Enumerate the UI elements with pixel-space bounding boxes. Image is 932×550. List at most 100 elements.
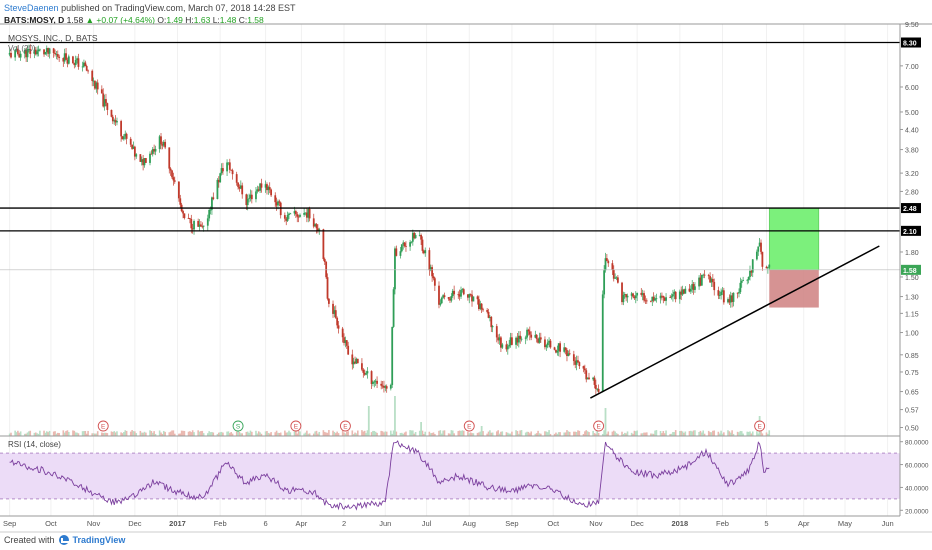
volume-bar — [72, 430, 74, 436]
candle-body — [193, 221, 195, 230]
volume-bar — [573, 431, 575, 436]
volume-bar — [588, 432, 590, 436]
candle-body — [154, 148, 157, 152]
candle-body — [125, 133, 128, 139]
candle-body — [607, 261, 610, 264]
candle-body — [564, 347, 567, 351]
created-with-text: Created with — [4, 535, 55, 545]
volume-bar — [112, 431, 114, 436]
x-tick-label: Nov — [87, 519, 101, 528]
volume-bar — [611, 431, 614, 436]
volume-bar — [451, 430, 454, 436]
volume-bar — [717, 431, 720, 436]
candle-body — [601, 294, 604, 392]
candle-body — [39, 49, 41, 51]
volume-bar — [690, 430, 692, 436]
volume-bar — [164, 431, 166, 436]
volume-bar — [361, 430, 363, 436]
volume-bar — [66, 430, 69, 436]
candle-body — [707, 275, 710, 277]
tradingview-link[interactable]: TradingView — [73, 535, 126, 545]
x-tick-label: Dec — [128, 519, 142, 528]
candle-body — [605, 258, 608, 262]
candle-body — [403, 242, 406, 246]
candle-body — [315, 224, 318, 229]
volume-bar — [626, 431, 629, 436]
volume-bar — [322, 430, 325, 436]
position-boxes[interactable] — [768, 207, 820, 308]
candle-body — [480, 303, 483, 310]
volume-bar — [545, 431, 548, 436]
volume-bar — [491, 432, 494, 436]
volume-bar — [563, 432, 566, 436]
volume-bar — [684, 431, 687, 436]
candle-body — [361, 363, 363, 370]
candle-body — [294, 211, 297, 215]
volume-bar — [245, 431, 248, 436]
candle-body — [206, 218, 209, 226]
candle-body — [278, 201, 281, 203]
candle-body — [453, 290, 456, 295]
volume-bar — [746, 431, 749, 436]
candle-body — [739, 282, 742, 293]
volume-bar — [546, 432, 549, 436]
candle-body — [410, 241, 413, 243]
volume-label: Vol (20) — [8, 44, 36, 53]
candle-body — [200, 224, 202, 227]
volume-bar — [187, 431, 190, 436]
volume-bar — [124, 430, 127, 436]
candle-body — [337, 325, 340, 329]
volume-bar — [333, 431, 336, 436]
candle-body — [44, 52, 47, 55]
price-chart[interactable]: 8.30 2.48 2.10 1.58 E S E E E E E 9.50 7.00 6.00 5.0… — [0, 0, 932, 550]
candle-body — [129, 138, 132, 145]
candle-body — [399, 251, 402, 256]
volume-bar — [62, 430, 65, 436]
candle-body — [421, 239, 424, 251]
volume-bar — [520, 430, 523, 436]
candle-body — [202, 225, 205, 227]
volume-bar — [198, 431, 201, 436]
candle-body — [443, 295, 446, 298]
candle-body — [409, 242, 411, 247]
volume-bar — [266, 431, 268, 436]
volume-bar — [557, 432, 560, 436]
volume-bar — [501, 431, 504, 436]
candle-body — [248, 198, 250, 200]
volume-bar — [756, 431, 758, 436]
stop-box[interactable] — [769, 269, 819, 308]
candle-body — [72, 56, 74, 64]
volume-bar — [201, 430, 204, 436]
target-box[interactable] — [768, 207, 820, 271]
volume-bar — [467, 431, 469, 436]
volume-bar — [420, 422, 423, 436]
candle-body — [530, 334, 533, 338]
volume-bar — [285, 432, 288, 436]
candle-body — [135, 154, 138, 157]
candle-body — [237, 182, 239, 187]
volume-bar — [101, 432, 103, 436]
candle-body — [694, 286, 696, 290]
candle-body — [366, 371, 369, 374]
candle-body — [527, 329, 530, 332]
candle-body — [535, 334, 538, 339]
candle-body — [405, 245, 407, 247]
volume-bar — [209, 432, 212, 436]
volume-bar — [643, 432, 645, 436]
candle-body — [622, 295, 625, 303]
candle-body — [96, 82, 99, 90]
candle-body — [420, 235, 423, 240]
volume-bar — [469, 432, 472, 436]
volume-bar — [145, 432, 147, 436]
volume-bar — [701, 432, 703, 436]
rsi-tick-label: 40.0000 — [905, 485, 929, 492]
candle-body — [81, 66, 84, 68]
volume-bar — [592, 430, 594, 436]
y-tick-label: 0.75 — [905, 370, 919, 377]
rsi-title: RSI (14, close) — [8, 440, 61, 449]
candle-body — [58, 56, 61, 58]
y-tick-label: 1.50 — [905, 275, 919, 282]
volume-bar — [315, 430, 318, 436]
candle-body — [717, 290, 720, 296]
volume-bar — [183, 430, 186, 436]
